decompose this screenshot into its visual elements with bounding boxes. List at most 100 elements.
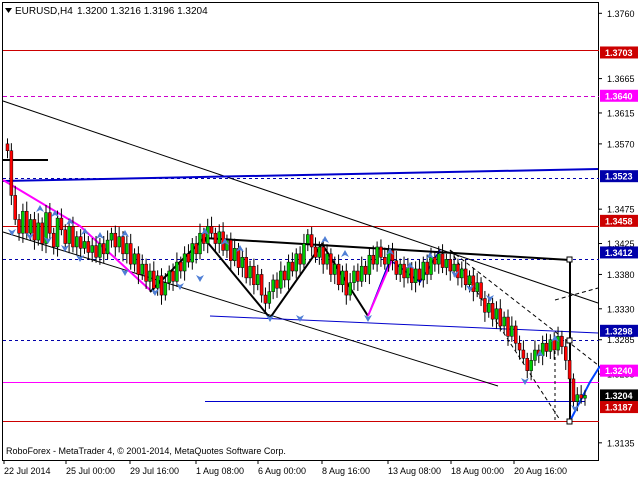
plot-frame — [2, 2, 599, 461]
candle-down — [448, 259, 452, 272]
x-tick-label: 22 Jul 2014 — [4, 466, 51, 476]
candle-up — [487, 303, 491, 313]
x-tick-label: 25 Jul 00:00 — [66, 466, 115, 476]
time-axis[interactable]: 22 Jul 2014 25 Jul 00:00 29 Jul 16:00 1 Aug… — [3, 460, 567, 476]
candle-down — [252, 265, 256, 286]
candle-down — [471, 275, 476, 292]
candle-up — [109, 232, 114, 241]
price-chart[interactable]: EURUSD,H4 1.3200 1.3216 1.3196 1.3204 Ro… — [0, 0, 640, 480]
candle-down — [506, 316, 510, 337]
candle-up — [90, 245, 94, 253]
candle-down — [86, 241, 91, 253]
candle-down — [383, 257, 387, 265]
candle-down — [525, 358, 529, 371]
candle-down — [244, 257, 248, 279]
ohlc-values: 1.3200 1.3216 1.3196 1.3204 — [77, 6, 208, 17]
candle-down — [144, 263, 148, 282]
candle-up — [429, 257, 433, 275]
candle-down — [321, 246, 325, 265]
candle-down — [59, 217, 64, 231]
candle-down — [313, 246, 318, 258]
candle-up — [352, 270, 356, 283]
candle-up — [21, 210, 25, 234]
candle-down — [259, 274, 264, 296]
candle-down — [186, 253, 191, 263]
candle-down — [159, 275, 164, 296]
candle-down — [410, 267, 414, 283]
candle-down — [194, 243, 198, 255]
candle-up — [306, 234, 310, 244]
candle-up — [190, 243, 195, 263]
candle-up — [148, 270, 152, 282]
price-axis[interactable]: 1.37601.36651.36151.35701.34751.34251.33… — [598, 9, 635, 449]
x-tick-label: 29 Jul 16:00 — [130, 466, 179, 476]
candle-up — [302, 243, 306, 265]
candle-up — [333, 263, 337, 275]
x-tick-label: 8 Aug 16:00 — [322, 466, 370, 476]
price-label-1.3703: 1.3703 — [605, 48, 633, 58]
candle-down — [309, 234, 314, 248]
candle-down — [483, 298, 487, 313]
candle-up — [510, 325, 514, 337]
candle-up — [132, 253, 137, 265]
candle-down — [179, 261, 183, 272]
candle-up — [67, 226, 71, 244]
marker-1.3187[interactable] — [566, 418, 573, 425]
candle-up — [375, 246, 379, 265]
candle-up — [217, 231, 221, 244]
candle-down — [490, 303, 495, 320]
marker-1.3298[interactable] — [566, 337, 573, 344]
candle-up — [325, 253, 329, 265]
candle-up — [317, 246, 322, 258]
candle-up — [117, 236, 121, 248]
candle-up — [175, 261, 179, 282]
marker-1.3412[interactable] — [566, 256, 573, 263]
x-tick-label: 6 Aug 00:00 — [258, 466, 306, 476]
candle-up — [529, 360, 533, 371]
candle-down — [425, 261, 429, 275]
candle-down — [579, 394, 583, 399]
candle-down — [336, 263, 341, 286]
candle-down — [564, 346, 568, 361]
candle-up — [125, 243, 129, 255]
price-labels: 1.3703 1.3640 1.3523 1.3458 1.3412 1.3298 1.32… — [600, 46, 638, 414]
candle-down — [263, 294, 268, 304]
candle-down — [379, 246, 383, 258]
candle-up — [28, 219, 33, 234]
candle-up — [267, 291, 272, 304]
candle-down — [521, 349, 526, 359]
candle-down — [25, 210, 29, 234]
candle-up — [55, 217, 60, 248]
candle-up — [444, 259, 449, 268]
candle-down — [13, 195, 17, 220]
price-label-1.3412: 1.3412 — [605, 248, 633, 258]
candle-up — [359, 265, 364, 282]
candle-up — [556, 336, 560, 351]
y-tick-label: 1.3135 — [607, 438, 635, 448]
candle-up — [98, 243, 102, 258]
candle-up — [279, 270, 283, 289]
candle-up — [460, 268, 464, 279]
candle-up — [367, 254, 372, 275]
candle-down — [567, 360, 572, 380]
candle-down — [9, 150, 14, 196]
candle-up — [167, 270, 171, 283]
chart-window[interactable]: EURUSD,H4 1.3200 1.3216 1.3196 1.3204 Ro… — [0, 0, 640, 480]
candle-up — [232, 248, 237, 261]
candle-down — [513, 325, 518, 344]
candle-down — [433, 257, 437, 265]
candle-up — [467, 275, 472, 286]
candle-up — [452, 263, 456, 272]
candle-down — [71, 226, 75, 248]
candle-up — [406, 267, 410, 279]
candle-up — [436, 253, 441, 265]
candle-down — [282, 270, 287, 281]
x-tick-label: 20 Aug 16:00 — [514, 466, 567, 476]
candle-down — [152, 270, 156, 289]
candle-up — [294, 253, 298, 272]
candle-down — [48, 212, 52, 234]
candle-up — [533, 349, 537, 361]
candle-down — [394, 260, 399, 275]
candle-up — [583, 395, 587, 399]
candle-down — [456, 263, 460, 279]
